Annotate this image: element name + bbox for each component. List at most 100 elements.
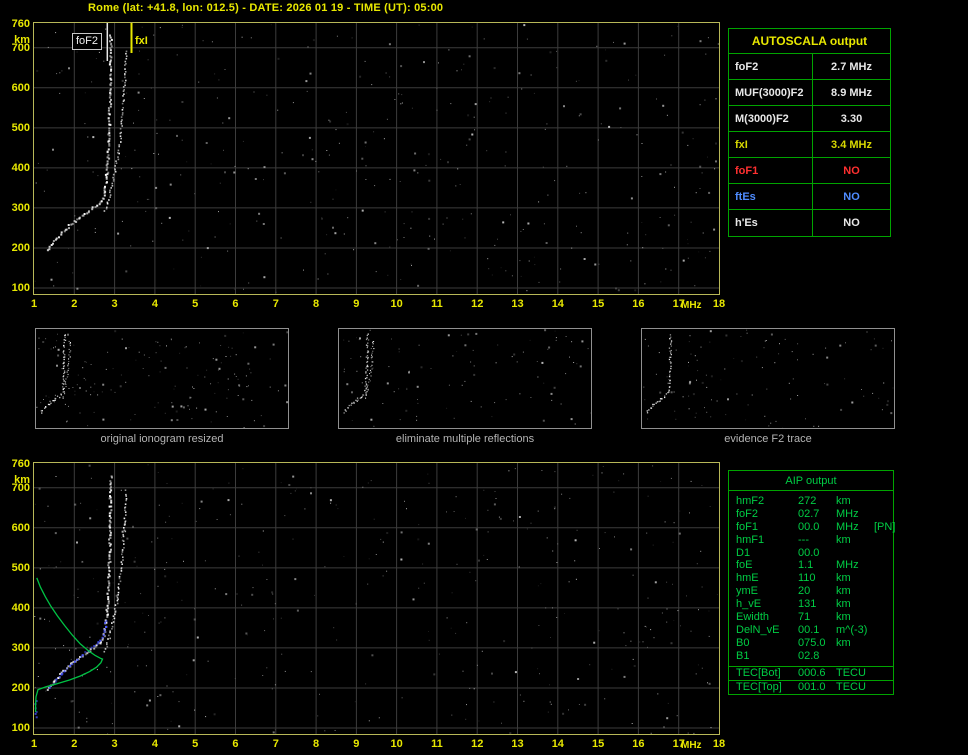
- aip-extra: [874, 611, 893, 624]
- aip-row-TEC[Bot]: TEC[Bot] 000.6 TECU: [729, 665, 893, 680]
- param-label: fxI: [729, 132, 813, 157]
- aip-output-table: AIP output hmF2 272 km foF2 02.7 MHz foF1 00.0 M…: [728, 470, 896, 695]
- x-tick-2: 2: [71, 298, 78, 310]
- aip-row-D1: D1 00.0: [729, 547, 893, 560]
- aip-label: h_vE: [736, 598, 762, 611]
- y-tick-100: 100: [11, 721, 30, 734]
- thumbnail-original-ionogram: [35, 328, 289, 429]
- aip-unit: MHz: [836, 507, 859, 520]
- x-tick-15: 15: [591, 298, 605, 310]
- thumbnail-caption: eliminate multiple reflections: [395, 433, 535, 445]
- aip-value: 00.0: [798, 546, 820, 559]
- param-value: NO: [843, 217, 860, 229]
- aip-label: hmE: [736, 572, 759, 585]
- param-value: NO: [843, 191, 860, 203]
- aip-unit: MHz: [836, 559, 859, 572]
- y-tick-300: 300: [11, 201, 30, 214]
- aip-label: foF1: [736, 520, 759, 533]
- aip-row-B0: B0 075.0 km: [729, 637, 893, 650]
- x-tick-16: 16: [632, 298, 645, 310]
- x-tick-7: 7: [272, 298, 279, 310]
- aip-label: foF2: [736, 507, 759, 520]
- y-tick-500: 500: [11, 121, 30, 134]
- x-tick-15: 15: [591, 738, 605, 750]
- aip-row-foF1: foF1 00.0 MHz [PN]: [729, 520, 896, 534]
- aip-row-TEC[Top]: TEC[Top] 001.0 TECU: [729, 679, 893, 694]
- aip-table-header: AIP output: [729, 471, 893, 491]
- y-tick-400: 400: [11, 161, 30, 174]
- aip-row-foE: foE 1.1 MHz: [729, 559, 893, 572]
- aip-value: 71: [798, 611, 811, 624]
- aip-unit: km: [836, 533, 851, 546]
- y-tick-760: 760: [11, 17, 30, 30]
- autoscala-row-foF2: foF2 2.7 MHz: [729, 54, 890, 80]
- aip-row-hmF1: hmF1 --- km: [729, 534, 893, 547]
- x-tick-4: 4: [151, 738, 158, 750]
- x-tick-11: 11: [431, 738, 443, 750]
- aip-row-B1: B1 02.8: [729, 650, 893, 663]
- x-axis-unit: MHz: [681, 300, 702, 311]
- aip-label: DelN_vE: [736, 623, 780, 636]
- ionogram-plot-bottom: [33, 462, 720, 735]
- autoscala-row-fxI: fxI 3.4 MHz: [729, 132, 890, 158]
- x-tick-9: 9: [353, 298, 360, 310]
- aip-row-h_vE: h_vE 131 km: [729, 598, 893, 611]
- param-value: NO: [843, 165, 860, 177]
- aip-extra: [874, 495, 893, 508]
- x-axis-unit: MHz: [681, 740, 702, 751]
- x-tick-6: 6: [232, 298, 239, 310]
- aip-unit: [836, 547, 874, 560]
- aip-label: Ewidth: [736, 611, 770, 624]
- y-tick-200: 200: [11, 241, 30, 254]
- aip-value: 000.6: [798, 666, 826, 679]
- x-tick-14: 14: [551, 738, 564, 750]
- y-tick-100: 100: [11, 281, 30, 294]
- aip-unit: m^(-3): [836, 623, 868, 636]
- aip-extra: [874, 572, 893, 585]
- aip-row-ymE: ymE 20 km: [729, 585, 893, 598]
- x-tick-4: 4: [151, 298, 158, 310]
- aip-label: B1: [736, 649, 750, 662]
- aip-value: 1.1: [798, 559, 814, 572]
- y-tick-500: 500: [11, 561, 30, 574]
- autoscala-row-M(3000)F2: M(3000)F2 3.30: [729, 106, 890, 132]
- thumbnail-f2-trace: [641, 328, 895, 429]
- x-tick-18: 18: [712, 738, 726, 750]
- x-tick-10: 10: [390, 738, 403, 750]
- aip-label: B0: [736, 636, 750, 649]
- aip-unit: km: [836, 636, 851, 649]
- aip-value: 131: [798, 598, 817, 611]
- x-tick-13: 13: [511, 738, 524, 750]
- x-tick-12: 12: [471, 738, 484, 750]
- x-tick-13: 13: [511, 298, 524, 310]
- aip-extra: [PN]: [874, 520, 896, 533]
- autoscala-table-header: AUTOSCALA output: [729, 29, 890, 54]
- x-tick-6: 6: [232, 738, 239, 750]
- thumbnail-multiple-reflections: [338, 328, 592, 429]
- param-label: foF1: [729, 158, 813, 183]
- param-value: 2.7 MHz: [831, 61, 872, 73]
- y-tick-300: 300: [11, 641, 30, 654]
- aip-extra: [874, 508, 893, 521]
- x-tick-10: 10: [390, 298, 403, 310]
- x-tick-5: 5: [192, 298, 199, 310]
- param-label: ftEs: [729, 184, 813, 209]
- y-tick-200: 200: [11, 681, 30, 694]
- autoscala-row-h'Es: h'Es NO: [729, 210, 890, 236]
- aip-value: 075.0: [798, 636, 826, 649]
- x-tick-5: 5: [192, 738, 199, 750]
- station-date-header: Rome (lat: +41.8, lon: 012.5) - DATE: 20…: [88, 2, 444, 14]
- thumbnail-canvas: [643, 329, 894, 429]
- aip-unit: TECU: [836, 666, 866, 679]
- x-tick-1: 1: [30, 738, 38, 750]
- y-tick-400: 400: [11, 601, 30, 614]
- aip-extra: [874, 534, 893, 547]
- x-tick-7: 7: [272, 738, 279, 750]
- aip-label: ymE: [736, 585, 758, 598]
- y-axis-unit: km: [14, 34, 30, 46]
- aip-unit: TECU: [836, 680, 866, 693]
- aip-unit: km: [836, 611, 851, 624]
- autoscala-row-foF1: foF1 NO: [729, 158, 890, 184]
- y-axis-unit: km: [14, 474, 30, 486]
- aip-value: 20: [798, 585, 811, 598]
